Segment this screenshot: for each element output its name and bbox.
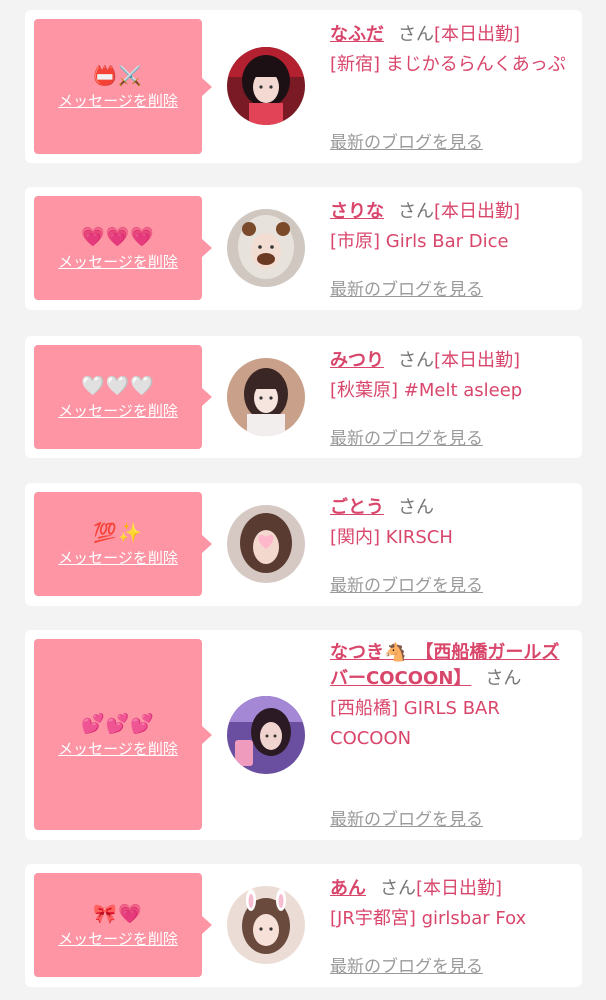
message-emoji: 🤍🤍🤍: [81, 375, 155, 397]
cast-card: 💕💕💕 メッセージを削除 なつき🐴 【西船橋ガールズバーCOCOON】 さん [西…: [25, 630, 582, 840]
name-line: なつき🐴 【西船橋ガールズバーCOCOON】 さん: [330, 640, 565, 692]
name-line: あん さん[本日出勤]: [330, 876, 570, 902]
latest-blog-link[interactable]: 最新のブログを見る: [330, 424, 483, 449]
cast-info: さりな さん[本日出勤] [市原] Girls Bar Dice: [330, 199, 570, 257]
message-box: 📛⚔️ メッセージを削除: [34, 19, 212, 154]
name-line: ごとう さん: [330, 495, 570, 521]
cast-card: 📛⚔️ メッセージを削除 なふだ さん[本日出勤] [新宿] まじかるらんくあっぷ…: [25, 10, 582, 163]
name-line: みつり さん[本日出勤]: [330, 348, 570, 374]
attendance-status: [本日出勤]: [416, 878, 503, 899]
shop-label: [関内] KIRSCH: [330, 527, 453, 548]
cast-info: みつり さん[本日出勤] [秋葉原] #Melt asleep: [330, 348, 570, 406]
avatar[interactable]: [227, 209, 305, 287]
shop-label: [市原] Girls Bar Dice: [330, 231, 509, 252]
delete-message-link[interactable]: メッセージを削除: [58, 92, 178, 110]
cast-info: なふだ さん[本日出勤] [新宿] まじかるらんくあっぷ: [330, 22, 570, 80]
cast-card: 🎀💗 メッセージを削除 あん さん[本日出勤] [JR宇都宮] girlsbar …: [25, 864, 582, 987]
san-suffix: さん: [398, 350, 434, 371]
cast-name-link[interactable]: ごとう: [330, 497, 384, 518]
cast-name-link[interactable]: なつき🐴 【西船橋ガールズバーCOCOON】: [330, 642, 559, 689]
delete-message-link[interactable]: メッセージを削除: [58, 253, 178, 271]
delete-message-link[interactable]: メッセージを削除: [58, 740, 178, 758]
san-suffix: さん: [380, 878, 416, 899]
delete-message-link[interactable]: メッセージを削除: [58, 402, 178, 420]
latest-blog-link[interactable]: 最新のブログを見る: [330, 805, 483, 830]
avatar[interactable]: [227, 505, 305, 583]
cast-info: なつき🐴 【西船橋ガールズバーCOCOON】 さん [西船橋] GIRLS BAR…: [330, 640, 565, 754]
cast-card: 🤍🤍🤍 メッセージを削除 みつり さん[本日出勤] [秋葉原] #Melt asl…: [25, 336, 582, 458]
message-box: 💗💗💗 メッセージを削除: [34, 196, 212, 300]
cast-card: 💯✨ メッセージを削除 ごとう さん [関内] KIRSCH 最新のブログを見る: [25, 483, 582, 606]
delete-message-link[interactable]: メッセージを削除: [58, 549, 178, 567]
attendance-status: [本日出勤]: [434, 201, 521, 222]
avatar[interactable]: [227, 886, 305, 964]
avatar[interactable]: [227, 358, 305, 436]
name-line: なふだ さん[本日出勤]: [330, 22, 570, 48]
shop-label: [JR宇都宮] girlsbar Fox: [330, 908, 527, 929]
san-suffix: さん: [398, 201, 434, 222]
message-box: 🤍🤍🤍 メッセージを削除: [34, 345, 212, 449]
san-suffix: さん: [485, 668, 522, 689]
latest-blog-link[interactable]: 最新のブログを見る: [330, 275, 483, 300]
name-line: さりな さん[本日出勤]: [330, 199, 570, 225]
shop-label: [秋葉原] #Melt asleep: [330, 380, 523, 401]
latest-blog-link[interactable]: 最新のブログを見る: [330, 571, 483, 596]
message-box: 💯✨ メッセージを削除: [34, 492, 212, 596]
attendance-status: [本日出勤]: [434, 24, 521, 45]
attendance-status: [本日出勤]: [434, 350, 521, 371]
message-emoji: 💯✨: [93, 522, 143, 544]
latest-blog-link[interactable]: 最新のブログを見る: [330, 128, 483, 153]
message-emoji: 📛⚔️: [93, 64, 143, 87]
cast-name-link[interactable]: さりな: [330, 201, 384, 222]
message-emoji: 💗💗💗: [81, 226, 155, 248]
latest-blog-link[interactable]: 最新のブログを見る: [330, 952, 483, 977]
message-box: 🎀💗 メッセージを削除: [34, 873, 212, 977]
cast-info: ごとう さん [関内] KIRSCH: [330, 495, 570, 553]
cast-name-link[interactable]: あん: [330, 878, 366, 899]
cast-info: あん さん[本日出勤] [JR宇都宮] girlsbar Fox: [330, 876, 570, 934]
favorites-list: 📛⚔️ メッセージを削除 なふだ さん[本日出勤] [新宿] まじかるらんくあっぷ…: [0, 0, 606, 1000]
cast-name-link[interactable]: なふだ: [330, 24, 384, 45]
cast-name-link[interactable]: みつり: [330, 350, 384, 371]
shop-label: [新宿] まじかるらんくあっぷ: [330, 54, 566, 75]
shop-label: [西船橋] GIRLS BAR COCOON: [330, 698, 500, 749]
san-suffix: さん: [398, 24, 434, 45]
message-emoji: 🎀💗: [93, 903, 143, 925]
delete-message-link[interactable]: メッセージを削除: [58, 930, 178, 948]
avatar[interactable]: [227, 47, 305, 125]
cast-card: 💗💗💗 メッセージを削除 さりな さん[本日出勤] [市原] Girls Bar …: [25, 187, 582, 310]
message-box: 💕💕💕 メッセージを削除: [34, 639, 212, 830]
avatar[interactable]: [227, 696, 305, 774]
message-emoji: 💕💕💕: [81, 712, 155, 735]
san-suffix: さん: [398, 497, 434, 518]
